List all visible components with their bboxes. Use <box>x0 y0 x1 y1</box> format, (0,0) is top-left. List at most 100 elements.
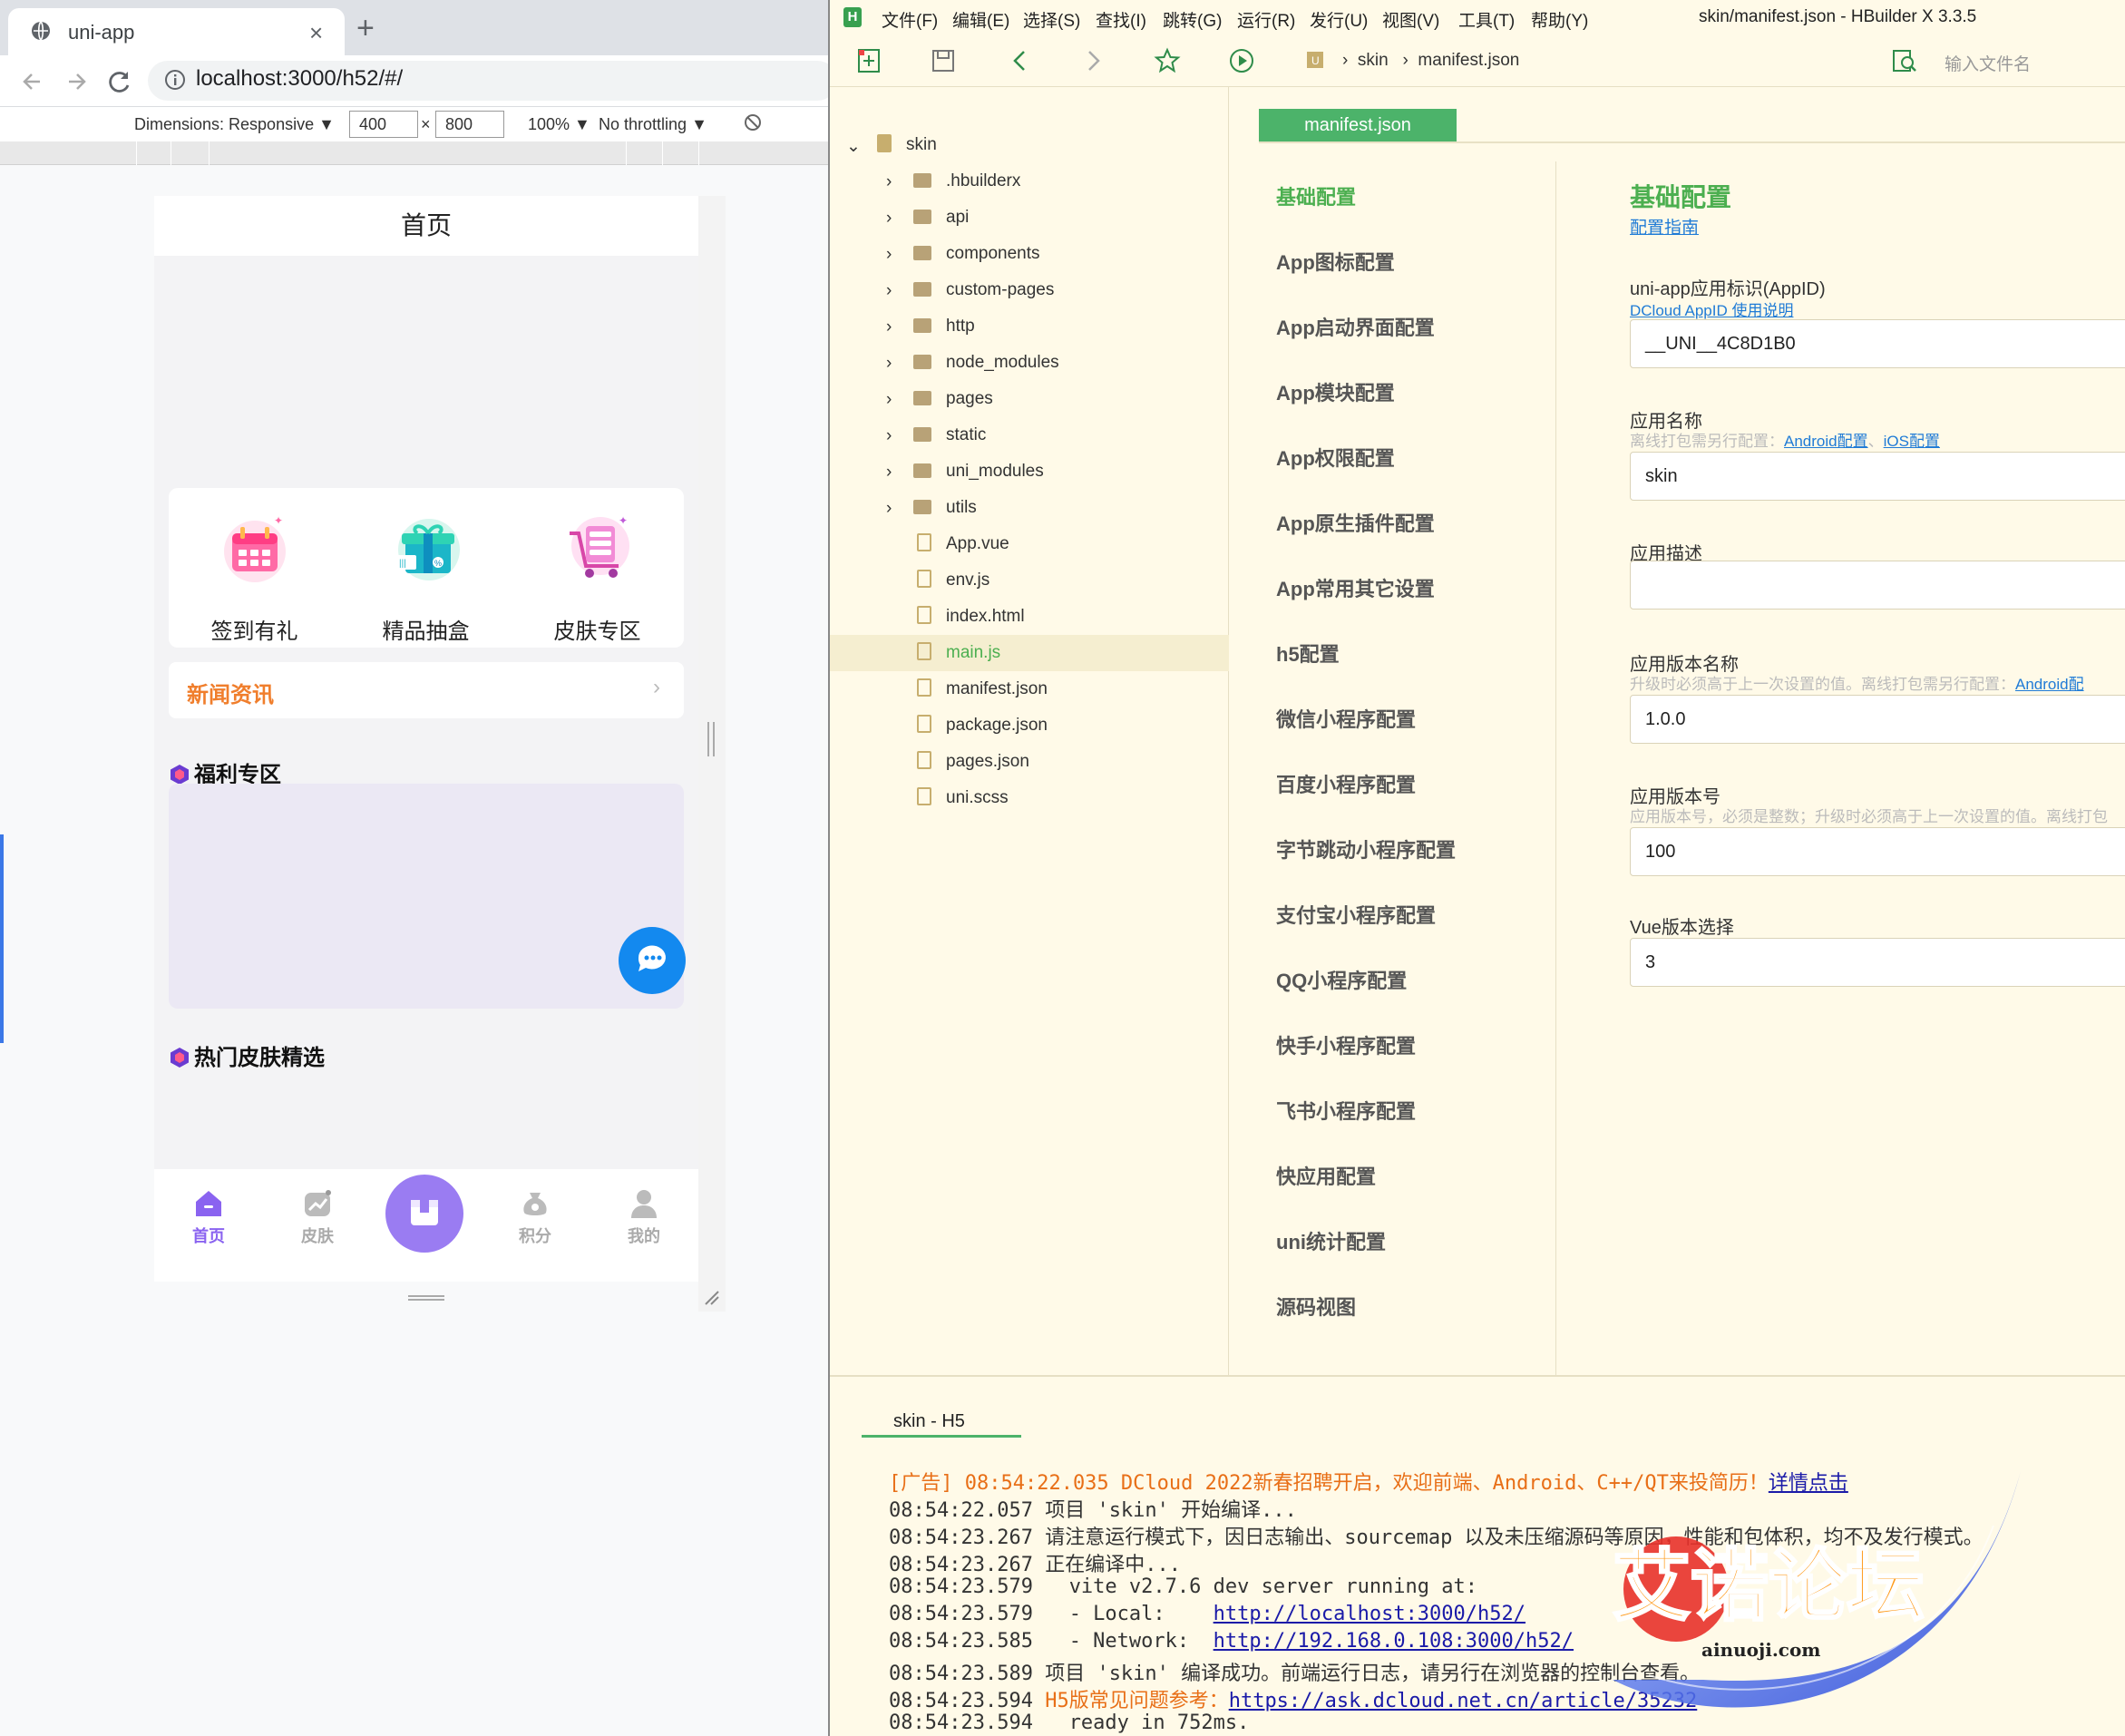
menu-run[interactable]: 运行(R) <box>1237 7 1295 32</box>
star-icon[interactable] <box>1154 47 1181 74</box>
breadcrumb[interactable]: › skin › manifest.json <box>1306 51 1519 71</box>
app-name-hint: 离线打包需另行配置：Android配置、iOS配置 <box>1630 433 1940 450</box>
back-arrow-icon[interactable] <box>15 63 51 100</box>
tree-file[interactable]: env.js <box>830 562 1229 599</box>
config-guide-link[interactable]: 配置指南 <box>1630 214 1699 239</box>
tree-folder[interactable]: › node_modules <box>830 345 1229 381</box>
vertical-resize-handle[interactable] <box>408 1295 444 1301</box>
new-tab-button[interactable]: + <box>356 13 375 44</box>
config-nav-item[interactable]: 基础配置 <box>1276 181 1356 210</box>
tree-folder[interactable]: › static <box>830 417 1229 454</box>
ios-config-link[interactable]: iOS配置 <box>1884 433 1940 450</box>
vue-version-select[interactable]: 3 <box>1630 938 2125 987</box>
tab-skin[interactable]: 皮肤 <box>263 1187 372 1247</box>
menu-select[interactable]: 选择(S) <box>1023 7 1080 32</box>
config-nav-item[interactable]: App启动界面配置 <box>1276 312 1435 341</box>
menu-publish[interactable]: 发行(U) <box>1310 7 1368 32</box>
app-desc-field[interactable] <box>1630 561 2125 610</box>
tree-folder[interactable]: › utils <box>830 490 1229 526</box>
chat-button[interactable] <box>619 927 686 994</box>
config-nav-item[interactable]: App图标配置 <box>1276 247 1395 276</box>
config-nav-item[interactable]: uni统计配置 <box>1276 1226 1386 1255</box>
config-nav-item[interactable]: h5配置 <box>1276 639 1340 668</box>
menu-edit[interactable]: 编辑(E) <box>952 7 1009 32</box>
tree-folder[interactable]: › pages <box>830 381 1229 417</box>
tree-file[interactable]: pages.json <box>830 744 1229 780</box>
config-nav-item[interactable]: 微信小程序配置 <box>1276 704 1416 733</box>
tree-folder[interactable]: › custom-pages <box>830 272 1229 308</box>
tree-folder[interactable]: › components <box>830 236 1229 272</box>
tree-file[interactable]: App.vue <box>830 526 1229 562</box>
tree-file[interactable]: index.html <box>830 599 1229 635</box>
width-input[interactable]: 400 <box>349 111 418 138</box>
config-nav-item[interactable]: App常用其它设置 <box>1276 573 1435 602</box>
tree-file[interactable]: manifest.json <box>830 671 1229 707</box>
menu-help[interactable]: 帮助(Y) <box>1531 7 1588 32</box>
tree-folder[interactable]: › http <box>830 308 1229 345</box>
url-text[interactable]: localhost:3000/h52/#/ <box>196 66 403 92</box>
throttling-dropdown[interactable]: No throttling ▼ <box>599 115 707 134</box>
config-nav-item[interactable]: QQ小程序配置 <box>1276 965 1407 994</box>
tab-mine[interactable]: 我的 <box>590 1187 698 1247</box>
config-nav-item[interactable]: App模块配置 <box>1276 377 1395 406</box>
chevron-right-icon: › <box>886 209 892 228</box>
height-input[interactable]: 800 <box>435 111 504 138</box>
version-name-field[interactable]: 1.0.0 <box>1630 695 2125 744</box>
horizontal-resize-handle[interactable] <box>707 722 715 756</box>
tree-file[interactable]: uni.scss <box>830 780 1229 816</box>
appid-help-link[interactable]: DCloud AppID 使用说明 <box>1630 297 1793 320</box>
config-nav-item[interactable]: 飞书小程序配置 <box>1276 1096 1416 1125</box>
android-config-link[interactable]: Android配置 <box>1784 433 1868 450</box>
menu-tools[interactable]: 工具(T) <box>1458 7 1515 32</box>
info-icon[interactable] <box>163 68 187 92</box>
config-nav-item[interactable]: 源码视图 <box>1276 1292 1356 1321</box>
tab-home[interactable]: 首页 <box>154 1187 263 1247</box>
zoom-dropdown[interactable]: 100% ▼ <box>528 115 590 134</box>
app-name-field[interactable]: skin <box>1630 452 2125 501</box>
console-link[interactable]: http://localhost:3000/h52/ <box>1214 1603 1526 1625</box>
search-file-icon[interactable] <box>1891 47 1918 74</box>
tree-root[interactable]: ⌄ skin <box>830 127 1229 163</box>
quick-entry-checkin[interactable]: ✦ 签到有礼 <box>169 488 340 648</box>
back-icon[interactable] <box>1007 47 1034 74</box>
android-version-link[interactable]: Android配 <box>2015 676 2084 693</box>
appid-field[interactable]: __UNI__4C8D1B0 <box>1630 319 2125 368</box>
forward-arrow-icon[interactable] <box>58 63 94 100</box>
new-file-icon[interactable] <box>855 47 882 74</box>
config-nav-item[interactable]: 快应用配置 <box>1276 1161 1376 1190</box>
tree-file[interactable]: package.json <box>830 707 1229 744</box>
browser-tab[interactable]: uni-app × <box>8 8 345 55</box>
resize-corner-icon[interactable] <box>704 1290 720 1306</box>
quick-entry-skins[interactable]: ✦ 皮肤专区 <box>512 488 683 648</box>
console-tab[interactable]: skin - H5 <box>893 1411 965 1432</box>
forward-icon[interactable] <box>1079 47 1106 74</box>
config-nav-item[interactable]: 百度小程序配置 <box>1276 769 1416 798</box>
menu-goto[interactable]: 跳转(G) <box>1163 7 1222 32</box>
console-link[interactable]: http://192.168.0.108:3000/h52/ <box>1214 1630 1574 1653</box>
version-code-field[interactable]: 100 <box>1630 827 2125 876</box>
news-bar[interactable]: 新闻资讯 › <box>169 662 684 718</box>
config-nav-item[interactable]: 支付宝小程序配置 <box>1276 900 1436 929</box>
tree-file[interactable]: main.js <box>830 635 1229 671</box>
close-tab-icon[interactable]: × <box>309 19 323 47</box>
tree-folder[interactable]: › .hbuilderx <box>830 163 1229 200</box>
config-nav-item[interactable]: 快手小程序配置 <box>1276 1030 1416 1059</box>
config-nav-item[interactable]: 字节跳动小程序配置 <box>1276 834 1456 863</box>
menu-file[interactable]: 文件(F) <box>882 7 938 32</box>
quick-entry-blindbox[interactable]: |||% 精品抽盒 <box>340 488 512 648</box>
rotate-icon[interactable] <box>742 112 764 133</box>
tree-folder[interactable]: › api <box>830 200 1229 236</box>
menu-view[interactable]: 视图(V) <box>1382 7 1439 32</box>
config-nav-item[interactable]: App权限配置 <box>1276 443 1395 472</box>
tab-center-button[interactable] <box>381 1170 468 1257</box>
run-icon[interactable] <box>1228 47 1255 74</box>
file-search-input[interactable]: 输入文件名 <box>1945 51 2031 75</box>
tab-points[interactable]: 积分 <box>481 1187 590 1247</box>
tree-folder[interactable]: › uni_modules <box>830 454 1229 490</box>
menu-find[interactable]: 查找(I) <box>1096 7 1146 32</box>
save-icon[interactable] <box>930 47 957 74</box>
editor-tab-manifest[interactable]: manifest.json <box>1259 109 1457 141</box>
dimensions-dropdown[interactable]: Dimensions: Responsive ▼ <box>134 115 335 134</box>
reload-icon[interactable] <box>102 63 138 100</box>
config-nav-item[interactable]: App原生插件配置 <box>1276 508 1435 537</box>
